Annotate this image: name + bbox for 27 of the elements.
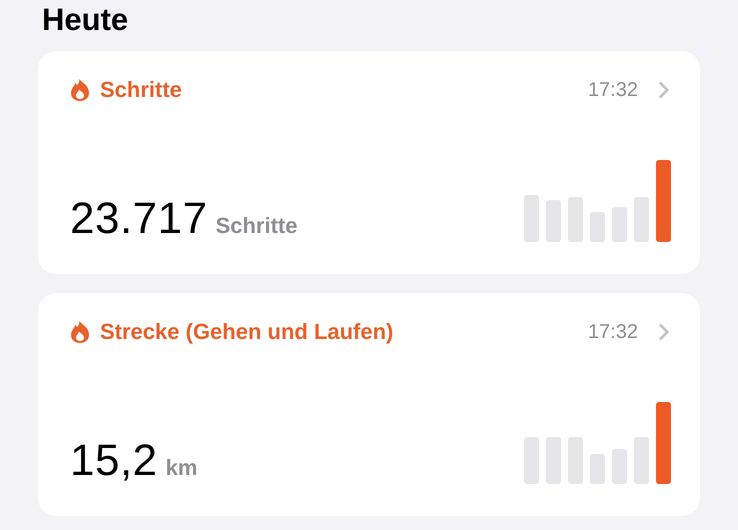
chart-bar — [546, 200, 561, 242]
card-title: Strecke (Gehen und Laufen) — [100, 319, 394, 345]
metric-card[interactable]: Strecke (Gehen und Laufen) 17:32 15,2 km — [38, 293, 700, 516]
chart-bar — [524, 437, 539, 484]
flame-icon — [70, 320, 90, 344]
chart-bar — [612, 449, 627, 484]
timestamp: 17:32 — [588, 320, 638, 344]
metric-value: 23.717 — [70, 194, 208, 244]
chevron-icon — [658, 323, 670, 341]
metric-unit: km — [166, 455, 198, 481]
chart-bar — [590, 454, 605, 484]
chart-bar — [634, 437, 649, 484]
chart-bar — [568, 437, 583, 484]
metric-value: 15,2 — [70, 436, 158, 486]
chart-bar — [612, 207, 627, 242]
chart-bar — [590, 212, 605, 242]
metric-unit: Schritte — [216, 213, 298, 239]
section-heading: Heute — [42, 2, 130, 38]
chart-bar — [524, 195, 539, 242]
timestamp: 17:32 — [588, 78, 638, 102]
card-title: Schritte — [100, 77, 183, 103]
chart-bar — [546, 437, 561, 484]
chart-bar — [634, 197, 649, 242]
metric-card[interactable]: Schritte 17:32 23.717 Schritte — [38, 51, 700, 274]
chart-bar — [568, 197, 583, 242]
flame-icon — [70, 78, 90, 102]
chevron-icon — [658, 81, 670, 99]
